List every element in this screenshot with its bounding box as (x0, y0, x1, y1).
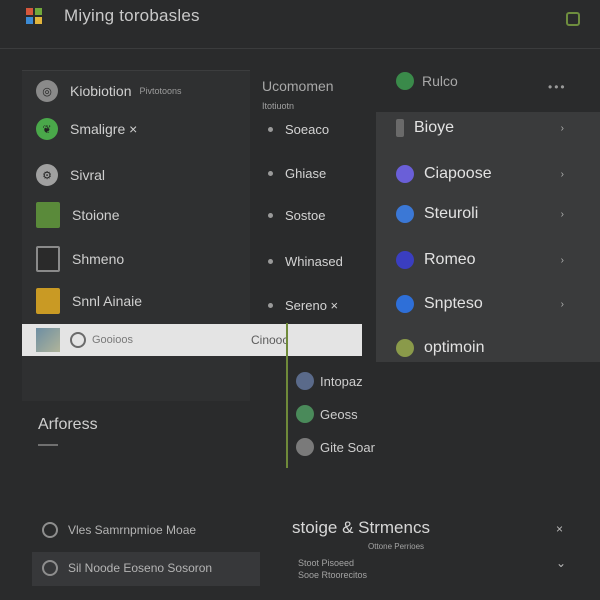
selected-menu-item[interactable]: Gooioos Cinooc (22, 324, 362, 356)
lock-icon (396, 165, 414, 183)
info-icon (396, 205, 414, 223)
right-panel-item[interactable]: Bioye › (376, 106, 600, 150)
chevron-right-icon: › (560, 254, 564, 266)
header-divider (0, 48, 600, 49)
globe-icon: ◎ (36, 80, 58, 102)
left-menu-item[interactable]: ⚙ Sivral (22, 155, 250, 195)
globe-icon (296, 405, 314, 423)
dropdown-item-label: Geoss (320, 406, 358, 422)
right-panel-item[interactable]: Steuroli › (376, 192, 600, 236)
right-panel-title: Rulco (422, 73, 458, 89)
left-menu-item[interactable]: Snnl Ainaie (22, 281, 250, 321)
storage-icon (42, 560, 58, 576)
mid-column-item[interactable]: Ghiase (256, 154, 376, 192)
settings-icon (296, 438, 314, 456)
bullet-icon (268, 170, 273, 176)
document-icon (36, 246, 60, 272)
left-menu-item-label: Smaligre × (70, 121, 138, 137)
right-panel-header: Rulco (396, 72, 458, 90)
dropdown-item-label: Intopaz (320, 373, 363, 389)
mid-column-item-label: Sostoe (285, 207, 326, 223)
chevron-right-icon: › (560, 298, 564, 310)
thumbnail-icon (36, 328, 60, 352)
storage-section-detail: Stoot Pisoeed (298, 558, 355, 568)
bullet-icon (268, 258, 273, 264)
left-menu-item[interactable]: Shmeno (22, 239, 250, 279)
chevron-down-icon[interactable]: ⌄ (556, 556, 566, 570)
mid-column-title: Ucomomen (262, 78, 334, 94)
section-heading: Arforess (38, 416, 98, 433)
bottom-left-row[interactable]: Vles Samrnpmioe Moae (42, 522, 196, 538)
section-heading-underline (38, 444, 58, 446)
chevron-right-icon: › (560, 168, 564, 180)
mid-column-item-label: Sereno × (285, 297, 339, 313)
left-menu-item-label: Snnl Ainaie (72, 293, 143, 309)
right-panel-item[interactable]: Snpteso › (376, 282, 600, 326)
bottom-left-row-label: Sil Noode Eoseno Sosoron (68, 561, 213, 575)
chevron-right-icon: › (560, 122, 564, 134)
right-panel-item[interactable]: optimoin (376, 326, 600, 370)
radio-icon (70, 332, 86, 348)
dropdown-connector (286, 323, 288, 468)
leaf-icon: ❦ (36, 118, 58, 140)
dropdown-item[interactable]: Geoss (296, 405, 358, 423)
right-panel-item[interactable]: Romeo › (376, 238, 600, 282)
mid-column-item[interactable]: Soeaco (256, 110, 376, 148)
chat-icon (396, 339, 414, 357)
right-panel-item-label: Steuroli (424, 205, 479, 222)
bottom-left-row-label: Vles Samrnpmioe Moae (68, 523, 197, 537)
app-title: Miying torobasles (64, 6, 200, 25)
bullet-icon (268, 302, 273, 308)
mid-column-item-label: Whinased (285, 253, 343, 269)
left-menu-item[interactable]: ❦ Smaligre × (22, 109, 250, 149)
dropdown-item[interactable]: Gite Soar (296, 438, 375, 456)
selected-item-label: Gooioos (92, 334, 133, 346)
question-icon (396, 295, 414, 313)
person-icon (396, 251, 414, 269)
left-menu-item-label: Sivral (70, 167, 106, 183)
mid-column-item-label: Soeaco (285, 121, 330, 137)
mid-column-item[interactable]: Whinased (256, 242, 376, 280)
right-panel-item-label: Bioye (414, 119, 455, 136)
download-icon (42, 522, 58, 538)
left-menu-item-label: Stoione (72, 207, 120, 223)
windows-logo-icon (26, 8, 42, 24)
selected-item-label-secondary: Cinooc (250, 333, 289, 347)
bottom-left-row[interactable]: Sil Noode Eoseno Sosoron (42, 560, 212, 576)
storage-section-subtitle: Ottone Perrioes (368, 542, 425, 551)
dropdown-item-label: Gite Soar (320, 439, 375, 455)
close-icon[interactable]: × (556, 522, 563, 536)
left-menu-item[interactable]: Stoione (22, 195, 250, 235)
picture-icon (36, 202, 60, 228)
storage-section-detail: Sooe Rtoorecitos (298, 570, 368, 580)
mid-column-item[interactable]: Sereno × (256, 286, 376, 324)
right-panel-item[interactable]: Ciapoose › (376, 152, 600, 196)
image-icon (296, 372, 314, 390)
chevron-right-icon: › (560, 208, 564, 220)
left-menu-item-sub: Pivtotoons (139, 86, 182, 96)
storage-section-title: stoige & Strmencs (292, 518, 430, 537)
mid-column-item[interactable]: Sostoe (256, 196, 376, 234)
right-panel-item-label: optimoin (424, 339, 485, 356)
left-menu-item-label: Kiobiotion (70, 83, 132, 99)
left-menu-item-label: Shmeno (72, 251, 125, 267)
folder-icon (36, 288, 60, 314)
bullet-icon (268, 126, 273, 132)
more-options-icon[interactable]: ••• (548, 80, 567, 94)
mid-column-item-label: Ghiase (285, 165, 327, 181)
left-menu-item[interactable]: ◎ Kiobiotion Pivtotoons (22, 71, 250, 111)
app-badge-icon (396, 72, 414, 90)
right-panel-item-label: Romeo (424, 251, 476, 268)
settings-toggle-icon[interactable] (566, 12, 580, 26)
bar-icon (396, 119, 404, 137)
right-panel-item-label: Snpteso (424, 295, 483, 312)
settings-icon: ⚙ (36, 164, 58, 186)
bullet-icon (268, 212, 273, 218)
right-panel-item-label: Ciapoose (424, 165, 492, 182)
dropdown-item[interactable]: Intopaz (296, 372, 363, 390)
